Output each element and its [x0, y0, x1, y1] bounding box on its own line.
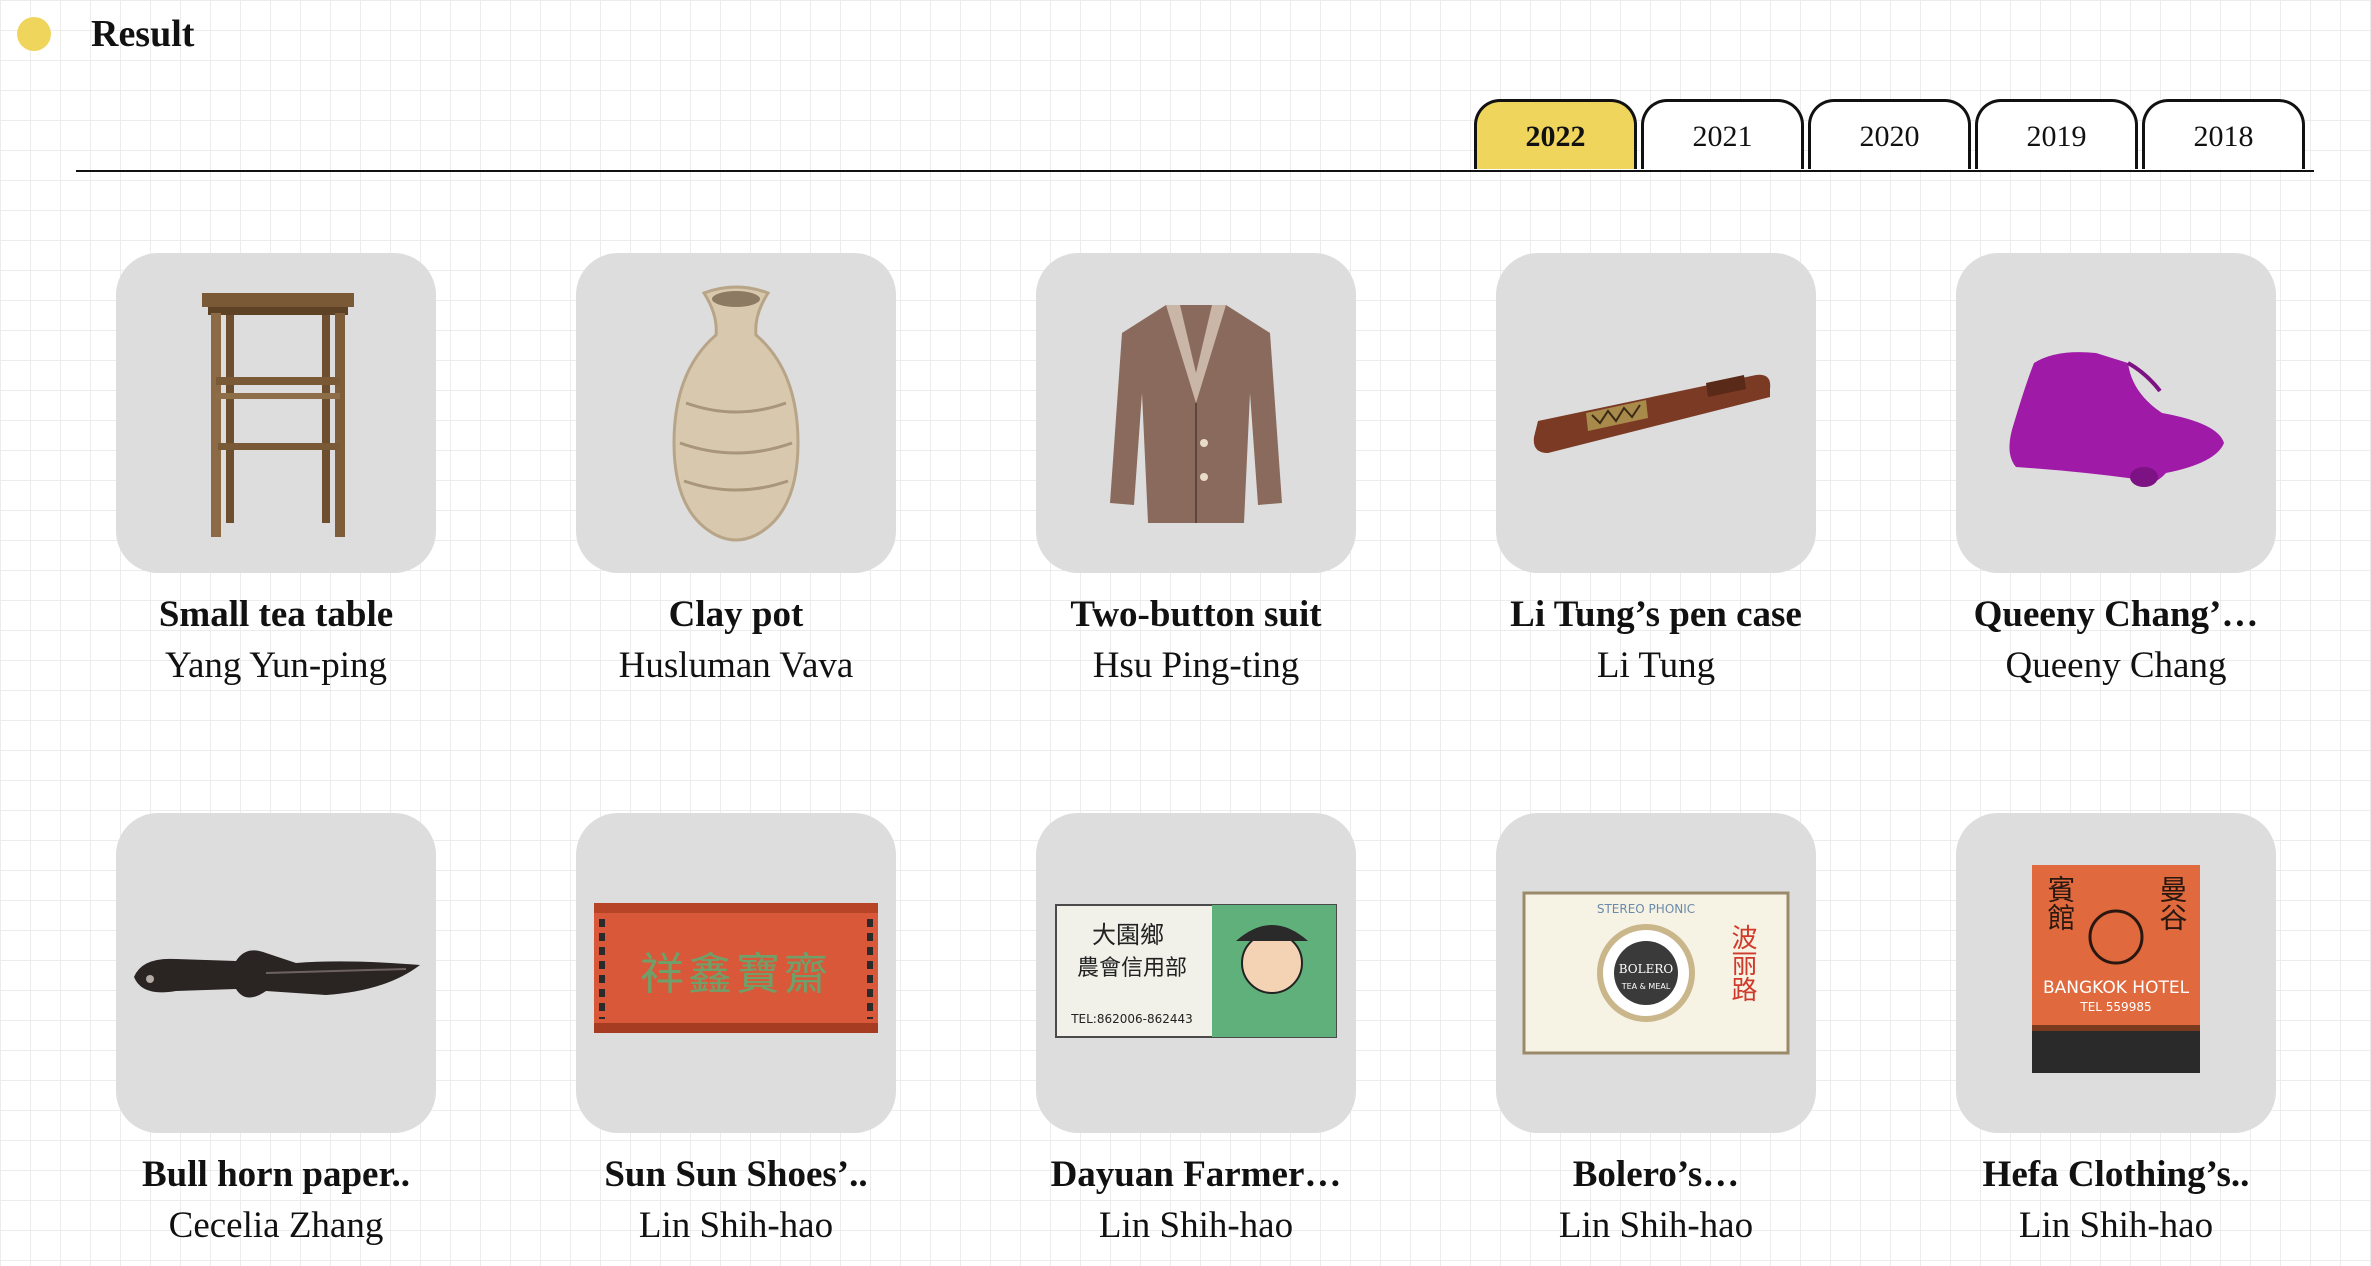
item-thumbnail[interactable]: 曼谷 賓館 BANGKOK HOTEL TEL 559985 — [1956, 813, 2276, 1133]
item-thumbnail[interactable]: 大園鄉 農會信用部 TEL:862006-862443 — [1036, 813, 1356, 1133]
matchbox-green-image: 大園鄉 農會信用部 TEL:862006-862443 — [1055, 904, 1337, 1038]
matchbox-hotel-text-3: BANGKOK HOTEL — [2043, 978, 2190, 998]
matchbox-bolero-text-2: BOLERO — [1619, 962, 1674, 976]
matchbox-hotel-text-2: 賓館 — [2044, 875, 2077, 931]
matchbox-hotel-text-1: 曼谷 — [2156, 875, 2189, 931]
item-title[interactable]: Li Tung’s pen case — [1426, 593, 1886, 636]
item-author: Cecelia Zhang — [168, 1205, 384, 1246]
item-author: Queeny Chang — [2005, 645, 2227, 686]
item-title[interactable]: Clay pot — [506, 593, 966, 636]
item-author: Lin Shih-hao — [1558, 1205, 1754, 1246]
item-thumbnail[interactable] — [1496, 253, 1816, 573]
item-title[interactable]: Small tea table — [46, 593, 506, 636]
item-thumbnail[interactable] — [1036, 253, 1356, 573]
item-author: Husluman Vava — [618, 645, 854, 686]
matchbox-green-text-1: 大園鄉 — [1092, 921, 1164, 949]
item-thumbnail[interactable]: 祥鑫寶齋 — [576, 813, 896, 1133]
item-author: Yang Yun-ping — [164, 645, 388, 686]
item-thumbnail[interactable]: STEREO PHONIC BOLERO TEA & MEAL 波丽路 — [1496, 813, 1816, 1133]
item-card[interactable]: Bull horn paper.. Cecelia Zhang — [46, 813, 506, 1247]
item-card[interactable]: Queeny Chang’… Queeny Chang — [1886, 253, 2346, 687]
item-author: Hsu Ping-ting — [1092, 645, 1300, 686]
pen-case-image — [1533, 374, 1771, 453]
item-title[interactable]: Hefa Clothing’s.. — [1886, 1153, 2346, 1196]
item-title[interactable]: Dayuan Farmer… — [966, 1153, 1426, 1196]
item-card[interactable]: 大園鄉 農會信用部 TEL:862006-862443 Dayuan Farme… — [966, 813, 1426, 1247]
item-title[interactable]: Bolero’s… — [1426, 1153, 1886, 1196]
item-thumbnail[interactable] — [576, 253, 896, 573]
matchbox-red-text: 祥鑫寶齋 — [640, 949, 832, 1000]
matchbox-green-text-2: 農會信用部 — [1077, 956, 1187, 981]
item-card[interactable]: STEREO PHONIC BOLERO TEA & MEAL 波丽路 Bole… — [1426, 813, 1886, 1247]
matchbox-red-image: 祥鑫寶齋 — [594, 903, 878, 1033]
item-title[interactable]: Sun Sun Shoes’.. — [506, 1153, 966, 1196]
item-author: Lin Shih-hao — [638, 1205, 834, 1246]
item-card[interactable]: 曼谷 賓館 BANGKOK HOTEL TEL 559985 Hefa Clot… — [1886, 813, 2346, 1247]
knitted-bag-image — [2009, 352, 2224, 487]
item-thumbnail[interactable] — [116, 813, 436, 1133]
item-thumbnail[interactable] — [1956, 253, 2276, 573]
paper-knife-image — [134, 950, 420, 998]
item-card[interactable]: Li Tung’s pen case Li Tung — [1426, 253, 1886, 687]
suit-jacket-image — [1110, 305, 1282, 523]
item-author: Lin Shih-hao — [1098, 1205, 1294, 1246]
matchbox-bolero-text-3: TEA & MEAL — [1621, 982, 1671, 991]
item-author: Li Tung — [1596, 645, 1716, 686]
item-title[interactable]: Queeny Chang’… — [1886, 593, 2346, 636]
matchbox-bolero-image: STEREO PHONIC BOLERO TEA & MEAL 波丽路 — [1522, 891, 1790, 1055]
matchbox-hotel-text-4: TEL 559985 — [2079, 1000, 2151, 1014]
item-card[interactable]: 祥鑫寶齋 Sun Sun Shoes’.. Lin Shih-hao — [506, 813, 966, 1247]
clay-vase-image — [672, 285, 800, 542]
wooden-stool-image — [202, 293, 354, 537]
matchbox-hotel-image: 曼谷 賓館 BANGKOK HOTEL TEL 559985 — [2032, 865, 2200, 1073]
item-title[interactable]: Bull horn paper.. — [46, 1153, 506, 1196]
results-grid: Small tea table Yang Yun-ping Clay pot H… — [0, 0, 2371, 1266]
item-card[interactable]: Two-button suit Hsu Ping-ting — [966, 253, 1426, 687]
item-author: Lin Shih-hao — [2018, 1205, 2214, 1246]
matchbox-green-text-3: TEL:862006-862443 — [1070, 1012, 1193, 1026]
item-card[interactable]: Small tea table Yang Yun-ping — [46, 253, 506, 687]
item-title[interactable]: Two-button suit — [966, 593, 1426, 636]
matchbox-bolero-text-1: STEREO PHONIC — [1597, 902, 1695, 916]
item-thumbnail[interactable] — [116, 253, 436, 573]
item-card[interactable]: Clay pot Husluman Vava — [506, 253, 966, 687]
matchbox-bolero-text-4: 波丽路 — [1727, 924, 1757, 1002]
